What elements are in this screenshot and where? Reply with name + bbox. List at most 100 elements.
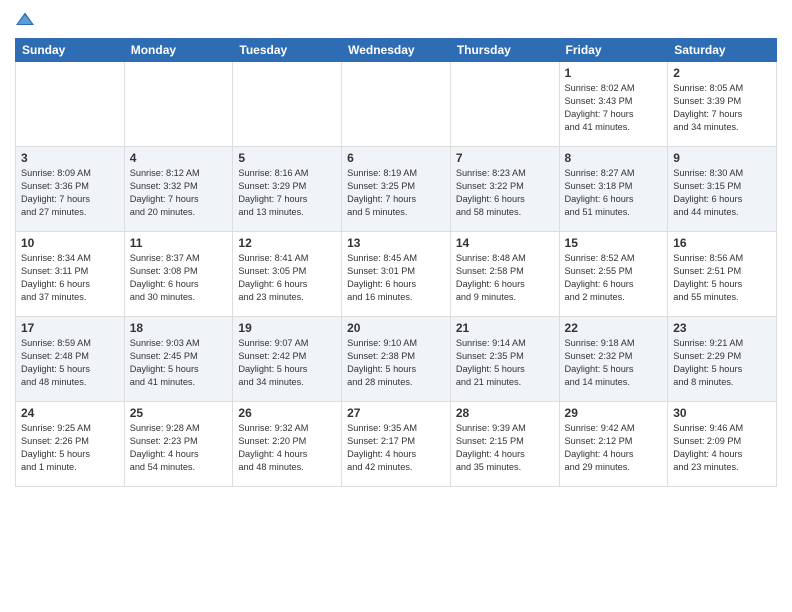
calendar-week-row: 1Sunrise: 8:02 AM Sunset: 3:43 PM Daylig… xyxy=(16,62,777,147)
calendar-cell: 4 Sunrise: 8:12 AM Sunset: 3:32 PM Daylig… xyxy=(124,147,233,232)
calendar-cell: 30 Sunrise: 9:46 AM Sunset: 2:09 PM Dayli… xyxy=(668,402,777,487)
calendar-cell: 5 Sunrise: 8:16 AM Sunset: 3:29 PM Daylig… xyxy=(233,147,342,232)
calendar-cell: 22Sunrise: 9:18 AM Sunset: 2:32 PM Dayli… xyxy=(559,317,668,402)
calendar-cell: 7Sunrise: 8:23 AM Sunset: 3:22 PM Daylig… xyxy=(450,147,559,232)
day-info: Sunrise: 8:37 AM Sunset: 3:08 PM Dayligh… xyxy=(130,252,228,304)
day-number: 29 xyxy=(565,406,663,420)
calendar-day-header: Thursday xyxy=(450,39,559,62)
day-number: 28 xyxy=(456,406,554,420)
day-info: Sunrise: 9:07 AM Sunset: 2:42 PM Dayligh… xyxy=(238,337,336,389)
day-info: Sunrise: 8:56 AM Sunset: 2:51 PM Dayligh… xyxy=(673,252,771,304)
calendar-cell: 29 Sunrise: 9:42 AM Sunset: 2:12 PM Dayli… xyxy=(559,402,668,487)
calendar-cell: 11 Sunrise: 8:37 AM Sunset: 3:08 PM Dayli… xyxy=(124,232,233,317)
calendar-cell xyxy=(16,62,125,147)
day-info: Sunrise: 9:03 AM Sunset: 2:45 PM Dayligh… xyxy=(130,337,228,389)
day-number: 30 xyxy=(673,406,771,420)
day-number: 17 xyxy=(21,321,119,335)
calendar-cell: 1Sunrise: 8:02 AM Sunset: 3:43 PM Daylig… xyxy=(559,62,668,147)
calendar-week-row: 10 Sunrise: 8:34 AM Sunset: 3:11 PM Dayli… xyxy=(16,232,777,317)
day-info: Sunrise: 9:14 AM Sunset: 2:35 PM Dayligh… xyxy=(456,337,554,389)
calendar-cell: 12Sunrise: 8:41 AM Sunset: 3:05 PM Dayli… xyxy=(233,232,342,317)
day-info: Sunrise: 9:42 AM Sunset: 2:12 PM Dayligh… xyxy=(565,422,663,474)
day-number: 14 xyxy=(456,236,554,250)
day-number: 8 xyxy=(565,151,663,165)
calendar-cell: 16 Sunrise: 8:56 AM Sunset: 2:51 PM Dayli… xyxy=(668,232,777,317)
day-number: 24 xyxy=(21,406,119,420)
calendar-day-header: Monday xyxy=(124,39,233,62)
day-number: 6 xyxy=(347,151,445,165)
day-number: 1 xyxy=(565,66,663,80)
day-info: Sunrise: 9:35 AM Sunset: 2:17 PM Dayligh… xyxy=(347,422,445,474)
day-info: Sunrise: 8:59 AM Sunset: 2:48 PM Dayligh… xyxy=(21,337,119,389)
day-number: 9 xyxy=(673,151,771,165)
header xyxy=(15,10,777,30)
day-info: Sunrise: 8:41 AM Sunset: 3:05 PM Dayligh… xyxy=(238,252,336,304)
day-number: 10 xyxy=(21,236,119,250)
calendar-cell: 21 Sunrise: 9:14 AM Sunset: 2:35 PM Dayli… xyxy=(450,317,559,402)
calendar-cell: 20 Sunrise: 9:10 AM Sunset: 2:38 PM Dayli… xyxy=(342,317,451,402)
day-info: Sunrise: 8:48 AM Sunset: 2:58 PM Dayligh… xyxy=(456,252,554,304)
day-info: Sunrise: 8:09 AM Sunset: 3:36 PM Dayligh… xyxy=(21,167,119,219)
day-number: 23 xyxy=(673,321,771,335)
day-number: 3 xyxy=(21,151,119,165)
calendar-cell: 10 Sunrise: 8:34 AM Sunset: 3:11 PM Dayli… xyxy=(16,232,125,317)
day-info: Sunrise: 8:45 AM Sunset: 3:01 PM Dayligh… xyxy=(347,252,445,304)
page: SundayMondayTuesdayWednesdayThursdayFrid… xyxy=(0,0,792,612)
logo-icon xyxy=(15,10,35,30)
calendar-header-row: SundayMondayTuesdayWednesdayThursdayFrid… xyxy=(16,39,777,62)
calendar-week-row: 17 Sunrise: 8:59 AM Sunset: 2:48 PM Dayli… xyxy=(16,317,777,402)
day-info: Sunrise: 8:12 AM Sunset: 3:32 PM Dayligh… xyxy=(130,167,228,219)
day-info: Sunrise: 9:10 AM Sunset: 2:38 PM Dayligh… xyxy=(347,337,445,389)
calendar-cell: 25 Sunrise: 9:28 AM Sunset: 2:23 PM Dayli… xyxy=(124,402,233,487)
calendar-cell: 17 Sunrise: 8:59 AM Sunset: 2:48 PM Dayli… xyxy=(16,317,125,402)
day-info: Sunrise: 8:16 AM Sunset: 3:29 PM Dayligh… xyxy=(238,167,336,219)
calendar-cell: 14 Sunrise: 8:48 AM Sunset: 2:58 PM Dayli… xyxy=(450,232,559,317)
calendar-cell: 24 Sunrise: 9:25 AM Sunset: 2:26 PM Dayli… xyxy=(16,402,125,487)
day-number: 4 xyxy=(130,151,228,165)
calendar-day-header: Wednesday xyxy=(342,39,451,62)
calendar-table: SundayMondayTuesdayWednesdayThursdayFrid… xyxy=(15,38,777,487)
day-number: 27 xyxy=(347,406,445,420)
logo xyxy=(15,10,39,30)
calendar-cell xyxy=(342,62,451,147)
day-number: 5 xyxy=(238,151,336,165)
calendar-cell xyxy=(124,62,233,147)
day-info: Sunrise: 9:21 AM Sunset: 2:29 PM Dayligh… xyxy=(673,337,771,389)
day-number: 25 xyxy=(130,406,228,420)
day-info: Sunrise: 9:32 AM Sunset: 2:20 PM Dayligh… xyxy=(238,422,336,474)
calendar-cell: 27 Sunrise: 9:35 AM Sunset: 2:17 PM Dayli… xyxy=(342,402,451,487)
day-info: Sunrise: 9:28 AM Sunset: 2:23 PM Dayligh… xyxy=(130,422,228,474)
day-info: Sunrise: 8:52 AM Sunset: 2:55 PM Dayligh… xyxy=(565,252,663,304)
day-info: Sunrise: 8:27 AM Sunset: 3:18 PM Dayligh… xyxy=(565,167,663,219)
day-number: 21 xyxy=(456,321,554,335)
calendar-cell: 3 Sunrise: 8:09 AM Sunset: 3:36 PM Daylig… xyxy=(16,147,125,232)
day-number: 7 xyxy=(456,151,554,165)
calendar-cell: 18 Sunrise: 9:03 AM Sunset: 2:45 PM Dayli… xyxy=(124,317,233,402)
day-number: 20 xyxy=(347,321,445,335)
day-number: 18 xyxy=(130,321,228,335)
day-number: 22 xyxy=(565,321,663,335)
calendar-cell: 28 Sunrise: 9:39 AM Sunset: 2:15 PM Dayli… xyxy=(450,402,559,487)
calendar-week-row: 3 Sunrise: 8:09 AM Sunset: 3:36 PM Daylig… xyxy=(16,147,777,232)
calendar-day-header: Saturday xyxy=(668,39,777,62)
calendar-cell: 15Sunrise: 8:52 AM Sunset: 2:55 PM Dayli… xyxy=(559,232,668,317)
calendar-cell: 13 Sunrise: 8:45 AM Sunset: 3:01 PM Dayli… xyxy=(342,232,451,317)
day-number: 11 xyxy=(130,236,228,250)
calendar-day-header: Tuesday xyxy=(233,39,342,62)
day-info: Sunrise: 9:39 AM Sunset: 2:15 PM Dayligh… xyxy=(456,422,554,474)
day-info: Sunrise: 8:30 AM Sunset: 3:15 PM Dayligh… xyxy=(673,167,771,219)
day-info: Sunrise: 9:25 AM Sunset: 2:26 PM Dayligh… xyxy=(21,422,119,474)
day-number: 13 xyxy=(347,236,445,250)
day-number: 16 xyxy=(673,236,771,250)
calendar-cell: 8 Sunrise: 8:27 AM Sunset: 3:18 PM Daylig… xyxy=(559,147,668,232)
day-info: Sunrise: 8:05 AM Sunset: 3:39 PM Dayligh… xyxy=(673,82,771,134)
day-info: Sunrise: 9:46 AM Sunset: 2:09 PM Dayligh… xyxy=(673,422,771,474)
calendar-cell: 19Sunrise: 9:07 AM Sunset: 2:42 PM Dayli… xyxy=(233,317,342,402)
calendar-cell: 23 Sunrise: 9:21 AM Sunset: 2:29 PM Dayli… xyxy=(668,317,777,402)
day-info: Sunrise: 8:34 AM Sunset: 3:11 PM Dayligh… xyxy=(21,252,119,304)
calendar-cell: 9 Sunrise: 8:30 AM Sunset: 3:15 PM Daylig… xyxy=(668,147,777,232)
calendar-day-header: Friday xyxy=(559,39,668,62)
calendar-cell: 6Sunrise: 8:19 AM Sunset: 3:25 PM Daylig… xyxy=(342,147,451,232)
calendar-cell xyxy=(233,62,342,147)
calendar-cell xyxy=(450,62,559,147)
